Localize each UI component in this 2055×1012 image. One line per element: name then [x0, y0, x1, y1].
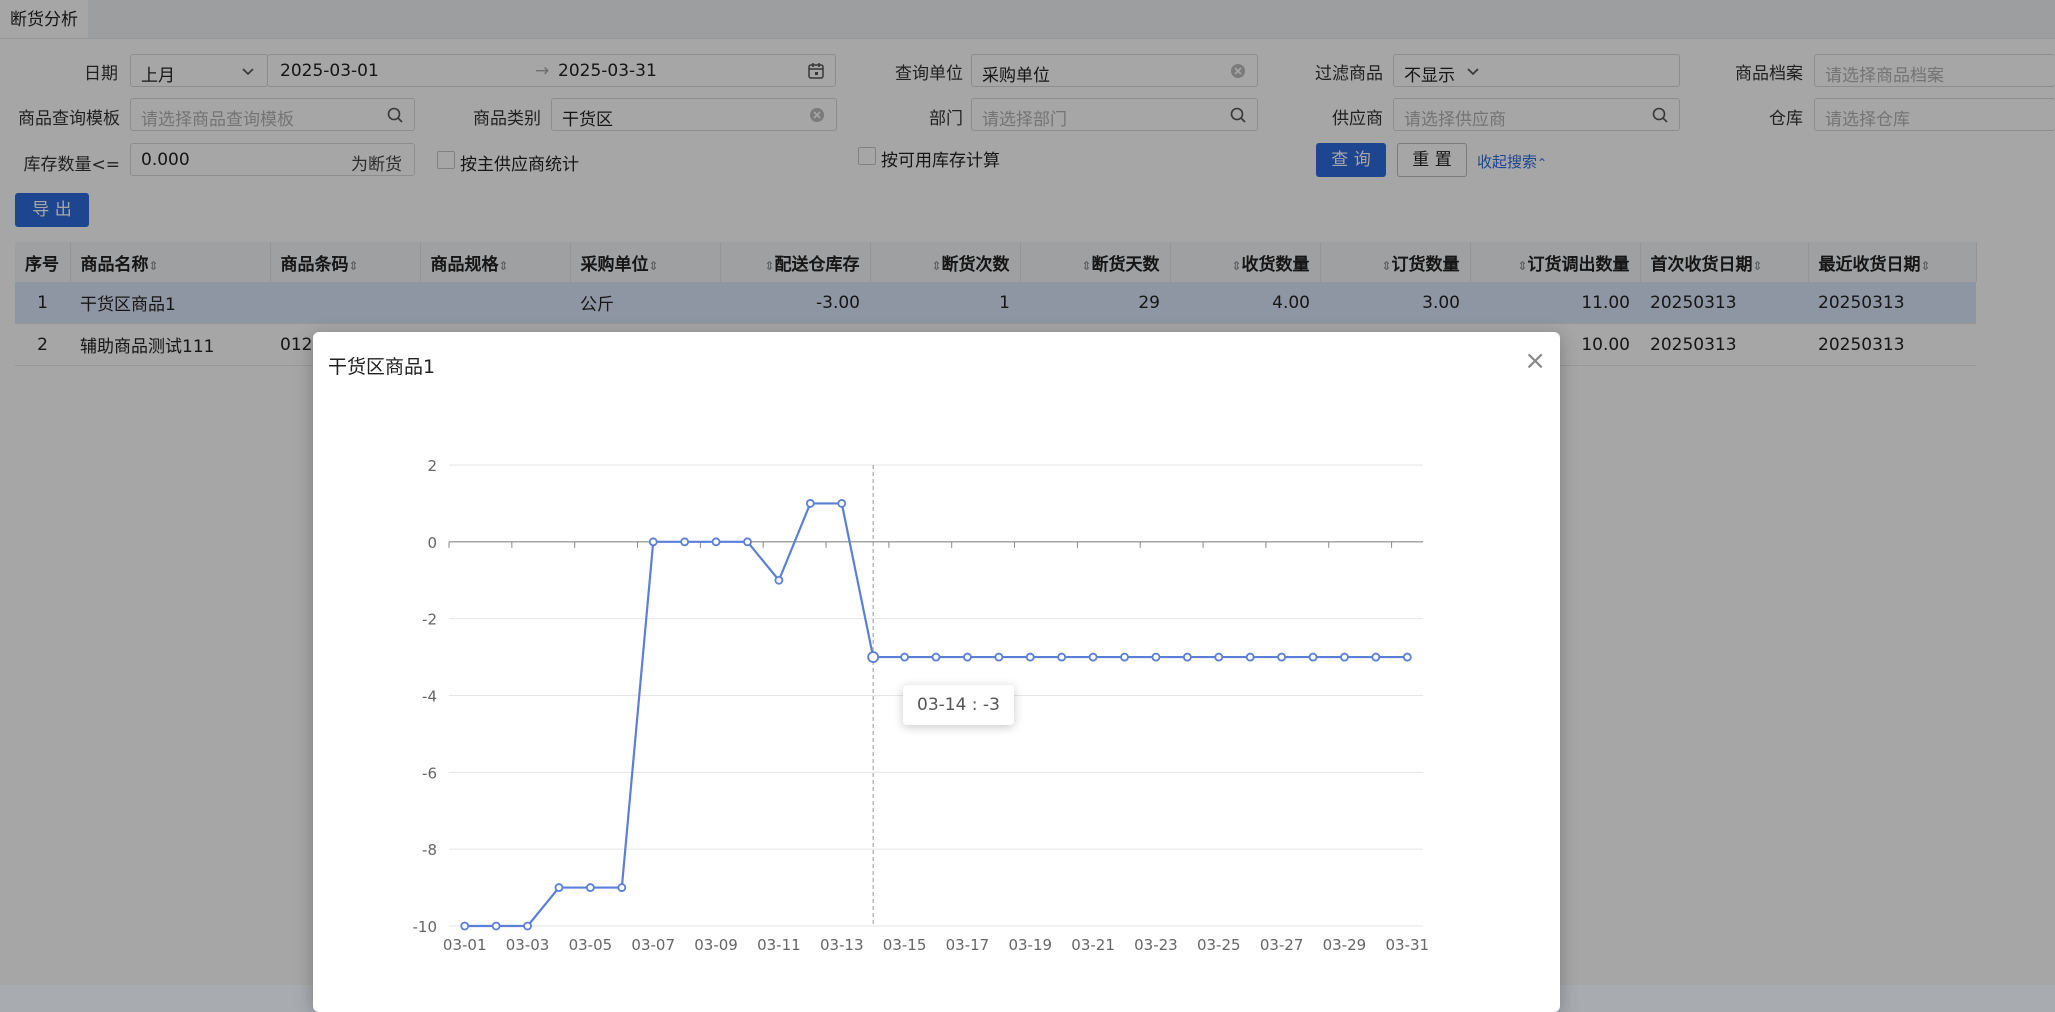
y-tick-label: -6 — [422, 764, 437, 782]
chart-modal: 干货区商品1 × 2 0 -2 -4 -6 -8 -10 03-01 03-03 03-05 03-… — [313, 332, 1560, 1012]
data-point — [523, 921, 532, 931]
x-tick-label: 03-01 — [443, 936, 487, 954]
data-point — [648, 537, 658, 547]
x-tick-label: 03-09 — [694, 936, 738, 954]
data-point — [1402, 652, 1412, 662]
data-point — [585, 883, 595, 892]
y-tick-label: -2 — [422, 611, 437, 629]
chart-tooltip: 03-14 : -3 — [903, 685, 1014, 725]
data-point — [617, 883, 627, 892]
x-tick-label: 03-13 — [820, 936, 864, 954]
data-point — [743, 537, 752, 547]
y-tick-label: 0 — [427, 534, 437, 552]
data-point — [931, 652, 941, 662]
stock-line-chart: 2 0 -2 -4 -6 -8 -10 03-01 03-03 03-05 03-07 03-09 03… — [413, 457, 1430, 954]
data-point — [680, 537, 690, 547]
data-point — [491, 921, 501, 931]
data-point — [805, 499, 815, 508]
data-point — [1088, 652, 1098, 662]
data-point — [994, 652, 1004, 662]
data-point — [774, 575, 784, 585]
x-tick-label: 03-07 — [631, 936, 675, 954]
x-tick-label: 03-23 — [1134, 936, 1178, 954]
data-point — [460, 921, 470, 931]
x-tick-label: 03-03 — [506, 936, 550, 954]
x-tick-label: 03-29 — [1323, 936, 1367, 954]
data-point — [1025, 652, 1035, 662]
data-point — [1371, 652, 1381, 662]
x-tick-label: 03-27 — [1260, 936, 1304, 954]
data-point — [711, 537, 721, 547]
data-point — [1182, 652, 1192, 662]
data-point — [1214, 652, 1224, 662]
y-tick-label: 2 — [427, 457, 437, 475]
data-point — [837, 499, 847, 508]
x-tick-label: 03-15 — [883, 936, 927, 954]
x-tick-label: 03-05 — [569, 936, 613, 954]
x-tick-label: 03-25 — [1197, 936, 1241, 954]
x-tick-label: 03-11 — [757, 936, 801, 954]
y-tick-label: -8 — [422, 841, 437, 859]
x-tick-label: 03-17 — [946, 936, 990, 954]
data-point — [1057, 652, 1067, 662]
data-point — [1308, 652, 1318, 662]
x-tick-label: 03-31 — [1385, 936, 1429, 954]
y-tick-label: -10 — [413, 918, 438, 936]
data-point — [900, 652, 909, 662]
data-point — [1340, 652, 1349, 662]
data-point — [963, 652, 972, 662]
data-point — [1151, 652, 1161, 662]
data-point — [867, 651, 880, 663]
data-point — [554, 883, 564, 892]
data-point — [1245, 652, 1255, 662]
x-tick-label: 03-19 — [1008, 936, 1052, 954]
y-tick-label: -4 — [422, 688, 437, 706]
x-tick-label: 03-21 — [1071, 936, 1115, 954]
data-point — [1277, 652, 1287, 662]
data-point — [1120, 652, 1129, 662]
